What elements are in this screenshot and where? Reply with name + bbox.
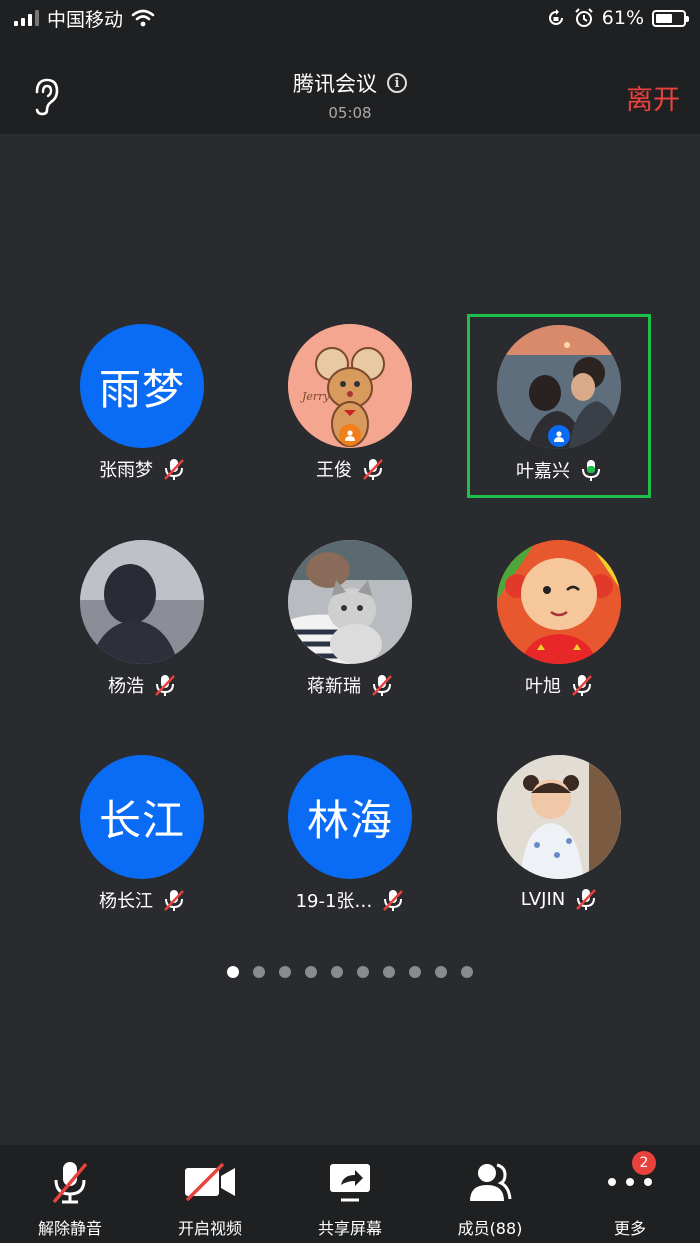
participant-tile[interactable]: LVJIN — [467, 747, 651, 931]
share-screen-label: 共享屏幕 — [317, 1219, 382, 1238]
status-bar: 中国移动 61% — [0, 0, 700, 36]
wifi-icon — [131, 9, 155, 27]
photo-cat-avatar-icon — [288, 540, 412, 664]
avatar — [288, 540, 412, 664]
alarm-icon — [575, 8, 593, 27]
members-button[interactable]: 成员(88) — [420, 1145, 560, 1243]
participant-tile[interactable]: 长江 杨长江 — [50, 747, 234, 931]
participant-name: 19-1张… — [295, 891, 373, 912]
signal-icon — [14, 10, 39, 26]
mic-active-icon — [582, 460, 600, 481]
page-indicator[interactable] — [0, 966, 700, 978]
participant-tile[interactable]: 叶旭 — [467, 532, 651, 716]
members-label: 成员(88) — [457, 1219, 523, 1238]
avatar — [497, 540, 621, 664]
photo-person-avatar-icon — [80, 540, 204, 664]
photo-child-avatar-icon — [497, 755, 621, 879]
page-dot-current[interactable] — [227, 966, 239, 978]
svg-text:Jerry: Jerry — [300, 390, 330, 403]
share-screen-button[interactable]: 共享屏幕 — [280, 1145, 420, 1243]
more-label: 更多 — [613, 1219, 646, 1238]
battery-icon — [652, 9, 689, 27]
page-dot[interactable] — [331, 966, 343, 978]
avatar: 长江 — [80, 755, 204, 879]
mic-muted-icon — [164, 890, 184, 911]
cartoon-child-avatar-icon — [497, 540, 621, 664]
avatar: 林海 — [288, 755, 412, 879]
participant-grid: 雨梦 张雨梦 Jerry 王俊 叶嘉兴 杨浩 蒋新瑞 叶旭 长江 杨长江 林海 … — [0, 0, 700, 1243]
meeting-timer: 05:08 — [328, 104, 372, 122]
participant-tile[interactable]: 雨梦 张雨梦 — [50, 316, 234, 500]
page-dot[interactable] — [409, 966, 421, 978]
page-dot[interactable] — [461, 966, 473, 978]
mic-muted-icon — [383, 890, 404, 911]
more-button[interactable]: 2 更多 — [560, 1145, 700, 1243]
start-video-label: 开启视频 — [177, 1219, 242, 1238]
avatar — [80, 540, 204, 664]
share-screen-icon — [330, 1164, 370, 1202]
mic-muted-icon — [164, 459, 184, 480]
participant-tile[interactable]: 杨浩 — [50, 532, 234, 716]
meeting-title: 腾讯会议 — [293, 72, 377, 96]
more-dots-icon — [608, 1178, 652, 1186]
page-dot[interactable] — [357, 966, 369, 978]
video-off-icon — [185, 1162, 235, 1202]
meeting-header: 腾讯会议 i 05:08 离开 — [0, 36, 700, 134]
page-dot[interactable] — [383, 966, 395, 978]
unmute-button[interactable]: 解除静音 — [0, 1145, 140, 1243]
participant-name: 张雨梦 — [99, 460, 153, 481]
participant-name: LVJIN — [520, 888, 566, 910]
participant-name: 蒋新瑞 — [307, 676, 361, 697]
meeting-title-block: 腾讯会议 i 05:08 — [0, 68, 700, 122]
battery-percent: 61% — [601, 7, 644, 29]
bottom-toolbar: 解除静音 开启视频 共享屏幕 成员(88) 2 更多 — [0, 1145, 700, 1243]
info-icon[interactable]: i — [387, 73, 407, 93]
members-icon — [470, 1163, 512, 1201]
mic-muted-icon — [372, 675, 392, 696]
page-dot[interactable] — [435, 966, 447, 978]
avatar: 雨梦 — [80, 324, 204, 448]
participant-name: 杨长江 — [99, 891, 153, 912]
mic-muted-icon — [363, 459, 383, 480]
mic-muted-icon — [576, 889, 597, 910]
page-dot[interactable] — [305, 966, 317, 978]
participant-tile[interactable]: 林海 19-1张… — [258, 747, 442, 931]
participant-name: 杨浩 — [108, 676, 144, 697]
rotation-lock-icon — [548, 9, 563, 25]
start-video-button[interactable]: 开启视频 — [140, 1145, 280, 1243]
mic-muted-icon — [572, 675, 592, 696]
participant-name: 叶旭 — [525, 676, 561, 697]
mic-muted-icon — [155, 675, 175, 696]
avatar — [497, 755, 621, 879]
participant-name: 叶嘉兴 — [516, 461, 570, 482]
page-dot[interactable] — [279, 966, 291, 978]
carrier-label: 中国移动 — [47, 8, 124, 31]
cohost-badge-icon — [548, 425, 570, 447]
participant-name: 王俊 — [316, 460, 352, 481]
participant-tile[interactable]: 蒋新瑞 — [258, 532, 442, 716]
leave-button[interactable]: 离开 — [626, 78, 680, 117]
notification-badge: 2 — [632, 1151, 656, 1175]
page-dot[interactable] — [253, 966, 265, 978]
unmute-label: 解除静音 — [37, 1219, 102, 1238]
participant-tile-speaking[interactable]: 叶嘉兴 — [467, 314, 651, 498]
host-badge-icon — [339, 424, 361, 446]
participant-tile[interactable]: Jerry 王俊 — [258, 316, 442, 500]
mic-muted-icon — [52, 1162, 88, 1204]
